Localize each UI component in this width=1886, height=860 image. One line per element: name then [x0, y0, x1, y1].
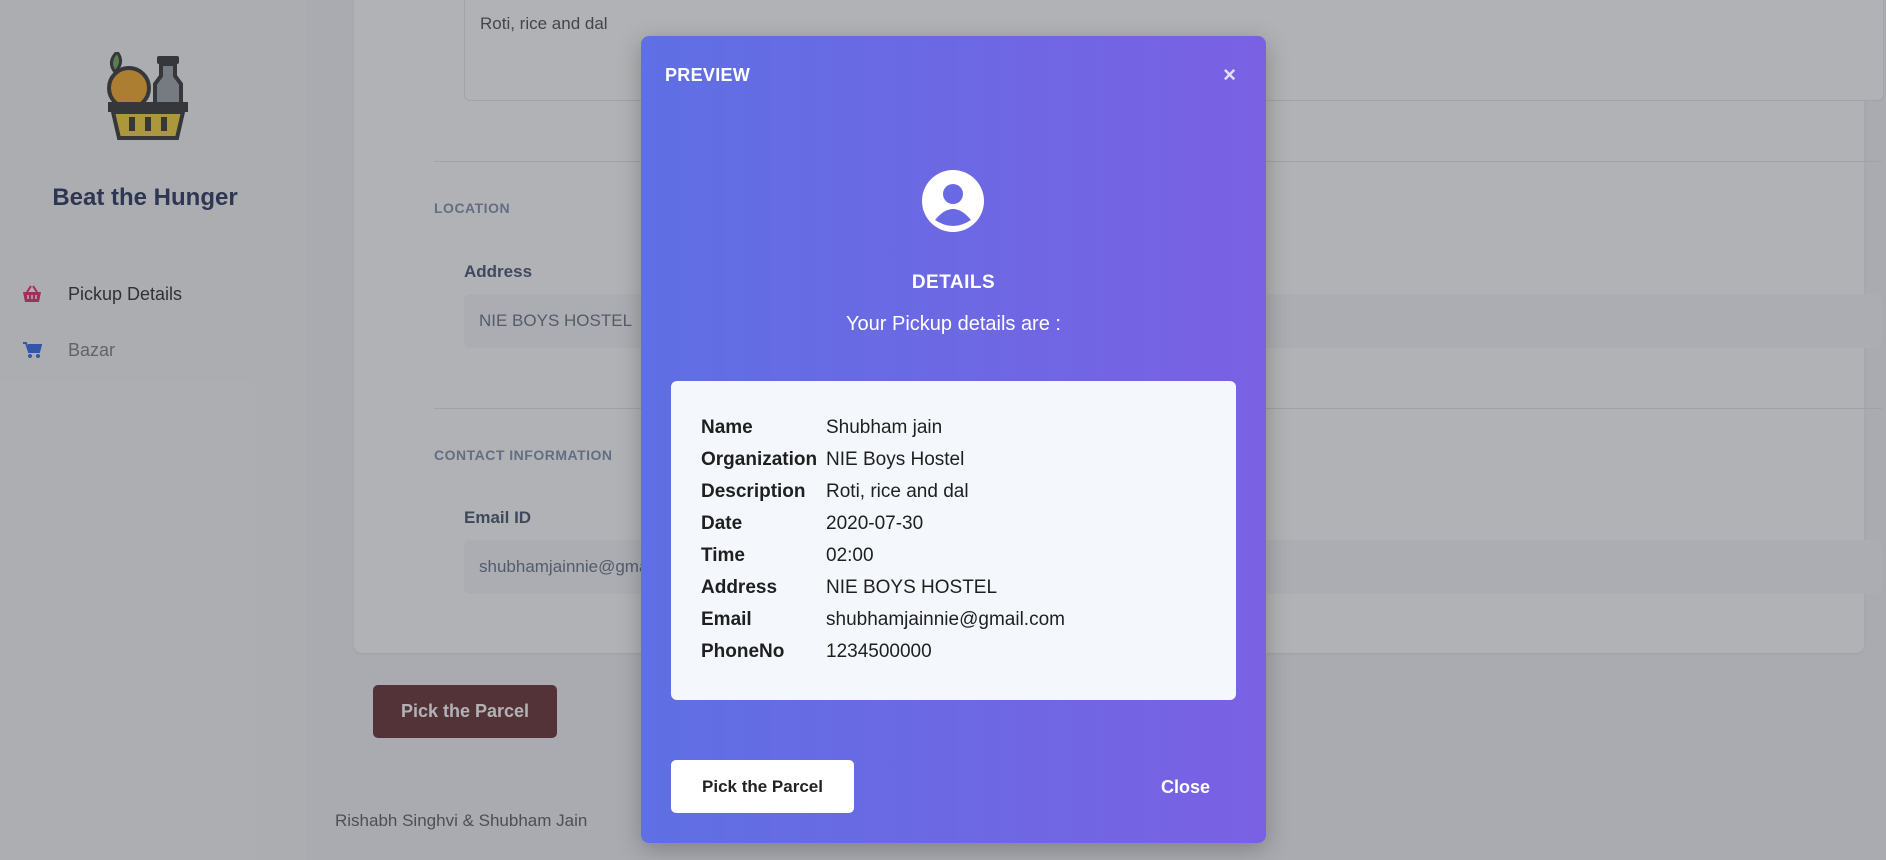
details-value: NIE BOYS HOSTEL	[826, 577, 998, 598]
details-key: Address	[701, 577, 778, 598]
modal-title: PREVIEW	[665, 65, 751, 85]
details-key: Organization	[701, 449, 818, 470]
details-row-date: Date 2020-07-30	[701, 508, 1065, 540]
details-key: Date	[701, 513, 743, 534]
close-icon[interactable]: ×	[1223, 62, 1236, 88]
details-box: Name Shubham jain Organization NIE Boys Ho…	[671, 381, 1236, 700]
details-key: Time	[701, 545, 746, 566]
details-table: Name Shubham jain Organization NIE Boys Ho…	[701, 412, 1065, 668]
details-row-phone: PhoneNo 1234500000	[701, 636, 1065, 668]
details-value: NIE Boys Hostel	[826, 449, 965, 470]
details-row-email: Email shubhamjainnie@gmail.com	[701, 604, 1065, 636]
modal-pick-parcel-button[interactable]: Pick the Parcel	[671, 760, 854, 813]
details-value: Shubham jain	[826, 417, 943, 438]
preview-modal: PREVIEW × DETAILS Your Pickup details ar…	[641, 36, 1266, 843]
details-value: 02:00	[826, 545, 874, 566]
details-row-address: Address NIE BOYS HOSTEL	[701, 572, 1065, 604]
details-subheading: Your Pickup details are :	[846, 313, 1061, 335]
details-key: Description	[701, 481, 806, 502]
details-row-time: Time 02:00	[701, 540, 1065, 572]
modal-close-button[interactable]: Close	[1161, 777, 1210, 798]
details-value: 1234500000	[826, 641, 932, 662]
details-value: Roti, rice and dal	[826, 481, 969, 502]
details-heading: DETAILS	[911, 272, 996, 293]
user-avatar-icon	[922, 170, 984, 232]
details-row-organization: Organization NIE Boys Hostel	[701, 444, 1065, 476]
details-value: 2020-07-30	[826, 513, 924, 534]
details-row-name: Name Shubham jain	[701, 412, 1065, 444]
details-key: Email	[701, 609, 752, 630]
details-row-description: Description Roti, rice and dal	[701, 476, 1065, 508]
details-key: PhoneNo	[701, 641, 785, 662]
details-key: Name	[701, 417, 753, 438]
details-value: shubhamjainnie@gmail.com	[826, 609, 1065, 630]
